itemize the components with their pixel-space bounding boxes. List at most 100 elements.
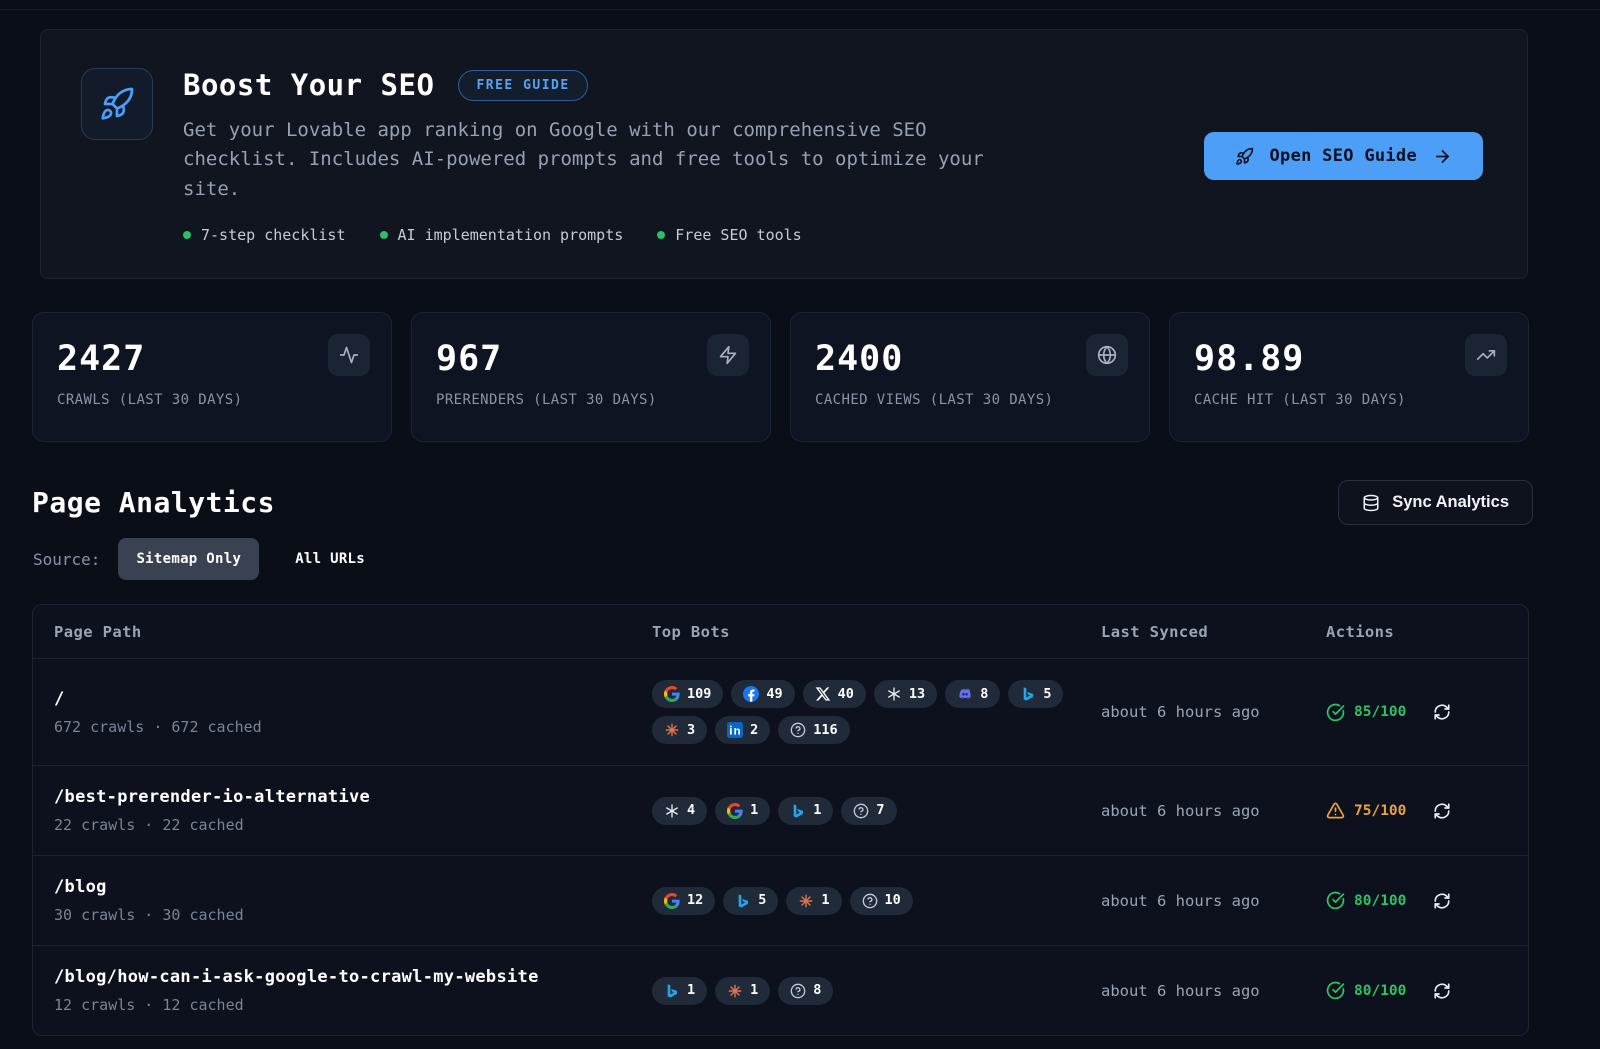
last-synced: about 6 hours ago [1101, 892, 1326, 910]
banner-title: Boost Your SEO [183, 68, 434, 102]
bot-badge-claude: 1 [715, 977, 770, 1005]
claude-icon [664, 722, 680, 738]
refresh-icon[interactable] [1433, 982, 1451, 1000]
table-header: Page Path Top Bots Last Synced Actions [33, 605, 1528, 659]
bot-count: 1 [821, 894, 829, 908]
seo-score: 80/100 [1326, 891, 1406, 910]
stat-value: 2400 [815, 339, 1125, 379]
stat-label: CRAWLS (LAST 30 DAYS) [57, 392, 367, 408]
last-synced: about 6 hours ago [1101, 703, 1326, 721]
bullet-dot [657, 231, 665, 239]
score-value: 80/100 [1354, 983, 1406, 999]
seo-score: 75/100 [1326, 801, 1406, 820]
score-value: 75/100 [1354, 803, 1406, 819]
bot-count: 1 [750, 984, 758, 998]
stat-value: 98.89 [1194, 339, 1504, 379]
bot-badge-unknown: 7 [841, 797, 896, 825]
x-icon [815, 686, 831, 702]
top-bots: 1094940138532116 [652, 680, 1101, 744]
page-title: Page Analytics [32, 486, 275, 519]
feature-item: AI implementation prompts [398, 226, 624, 244]
stat-card-cached-views: 2400 CACHED VIEWS (LAST 30 DAYS) [790, 312, 1150, 442]
unknown-icon [853, 803, 869, 819]
bot-badge-unknown: 8 [778, 977, 833, 1005]
crawl-stats: 22 crawls · 22 cached [54, 816, 652, 834]
rocket-icon [1235, 147, 1254, 166]
unknown-icon [790, 722, 806, 738]
column-header-page-path: Page Path [54, 623, 652, 641]
last-synced: about 6 hours ago [1101, 802, 1326, 820]
bullet-dot [183, 231, 191, 239]
linkedin-icon [727, 722, 743, 738]
source-option-sitemap-only[interactable]: Sitemap Only [118, 538, 259, 580]
bot-count: 116 [813, 724, 837, 738]
globe-icon [1086, 334, 1128, 376]
check-circle-icon [1326, 891, 1345, 910]
activity-icon [328, 334, 370, 376]
bing-icon [664, 983, 680, 999]
seo-banner: Boost Your SEO FREE GUIDE Get your Lovab… [40, 29, 1528, 279]
bot-count: 5 [1043, 688, 1051, 702]
banner-description: Get your Lovable app ranking on Google w… [183, 116, 1015, 204]
page-path[interactable]: /blog [54, 877, 652, 897]
source-label: Source: [33, 550, 100, 569]
bot-badge-claude: 3 [652, 716, 707, 744]
sync-analytics-button[interactable]: Sync Analytics [1338, 480, 1533, 525]
bot-count: 1 [813, 804, 821, 818]
trending-up-icon [1465, 334, 1507, 376]
feature-list: 7-step checklist AI implementation promp… [183, 226, 1015, 244]
table-row: /best-prerender-io-alternative 22 crawls… [33, 765, 1528, 855]
bot-badge-google: 109 [652, 680, 723, 708]
bot-badge-openai: 4 [652, 797, 707, 825]
bot-badge-claude: 1 [786, 887, 841, 915]
cta-label: Open SEO Guide [1270, 146, 1418, 166]
score-value: 80/100 [1354, 893, 1406, 909]
feature-item: 7-step checklist [201, 226, 346, 244]
source-option-all-urls[interactable]: All URLs [277, 538, 383, 580]
top-bots: 125110 [652, 887, 1101, 915]
refresh-icon[interactable] [1433, 703, 1451, 721]
bot-count: 49 [766, 688, 782, 702]
refresh-icon[interactable] [1433, 802, 1451, 820]
open-seo-guide-button[interactable]: Open SEO Guide [1204, 132, 1484, 180]
bot-badge-x: 40 [803, 680, 866, 708]
google-icon [664, 686, 680, 702]
stat-card-prerenders: 967 PRERENDERS (LAST 30 DAYS) [411, 312, 771, 442]
bot-count: 7 [876, 804, 884, 818]
warning-triangle-icon [1326, 801, 1345, 820]
page-path[interactable]: / [54, 689, 652, 709]
claude-icon [727, 983, 743, 999]
feature-item: Free SEO tools [675, 226, 801, 244]
page-path[interactable]: /best-prerender-io-alternative [54, 787, 652, 807]
arrow-right-icon [1433, 147, 1452, 166]
bot-badge-bing: 5 [1008, 680, 1063, 708]
last-synced: about 6 hours ago [1101, 982, 1326, 1000]
bot-badge-discord: 8 [945, 680, 1000, 708]
bot-badge-bing: 1 [778, 797, 833, 825]
zap-icon [707, 334, 749, 376]
bot-badge-google: 1 [715, 797, 770, 825]
database-icon [1362, 494, 1380, 512]
top-bots: 4 1 1 7 [652, 797, 1101, 825]
source-toggle: Source: Sitemap Only All URLs [33, 538, 1600, 580]
facebook-icon [743, 686, 759, 702]
bot-count: 8 [980, 688, 988, 702]
page-path[interactable]: /blog/how-can-i-ask-google-to-crawl-my-w… [54, 967, 652, 987]
seo-score: 85/100 [1326, 703, 1406, 722]
refresh-icon[interactable] [1433, 892, 1451, 910]
check-circle-icon [1326, 981, 1345, 1000]
bot-badge-bing: 1 [652, 977, 707, 1005]
stat-card-crawls: 2427 CRAWLS (LAST 30 DAYS) [32, 312, 392, 442]
free-guide-badge: FREE GUIDE [458, 70, 587, 101]
bot-badge-facebook: 49 [731, 680, 794, 708]
stat-card-cache-hit: 98.89 CACHE HIT (LAST 30 DAYS) [1169, 312, 1529, 442]
seo-score: 80/100 [1326, 981, 1406, 1000]
bot-badge-unknown: 116 [778, 716, 849, 744]
stats-row: 2427 CRAWLS (LAST 30 DAYS) 967 PRERENDER… [32, 312, 1529, 442]
bot-count: 3 [687, 724, 695, 738]
bot-count: 4 [687, 804, 695, 818]
stat-label: CACHED VIEWS (LAST 30 DAYS) [815, 392, 1125, 408]
google-icon [664, 893, 680, 909]
column-header-actions: Actions [1326, 623, 1512, 641]
bing-icon [1020, 686, 1036, 702]
